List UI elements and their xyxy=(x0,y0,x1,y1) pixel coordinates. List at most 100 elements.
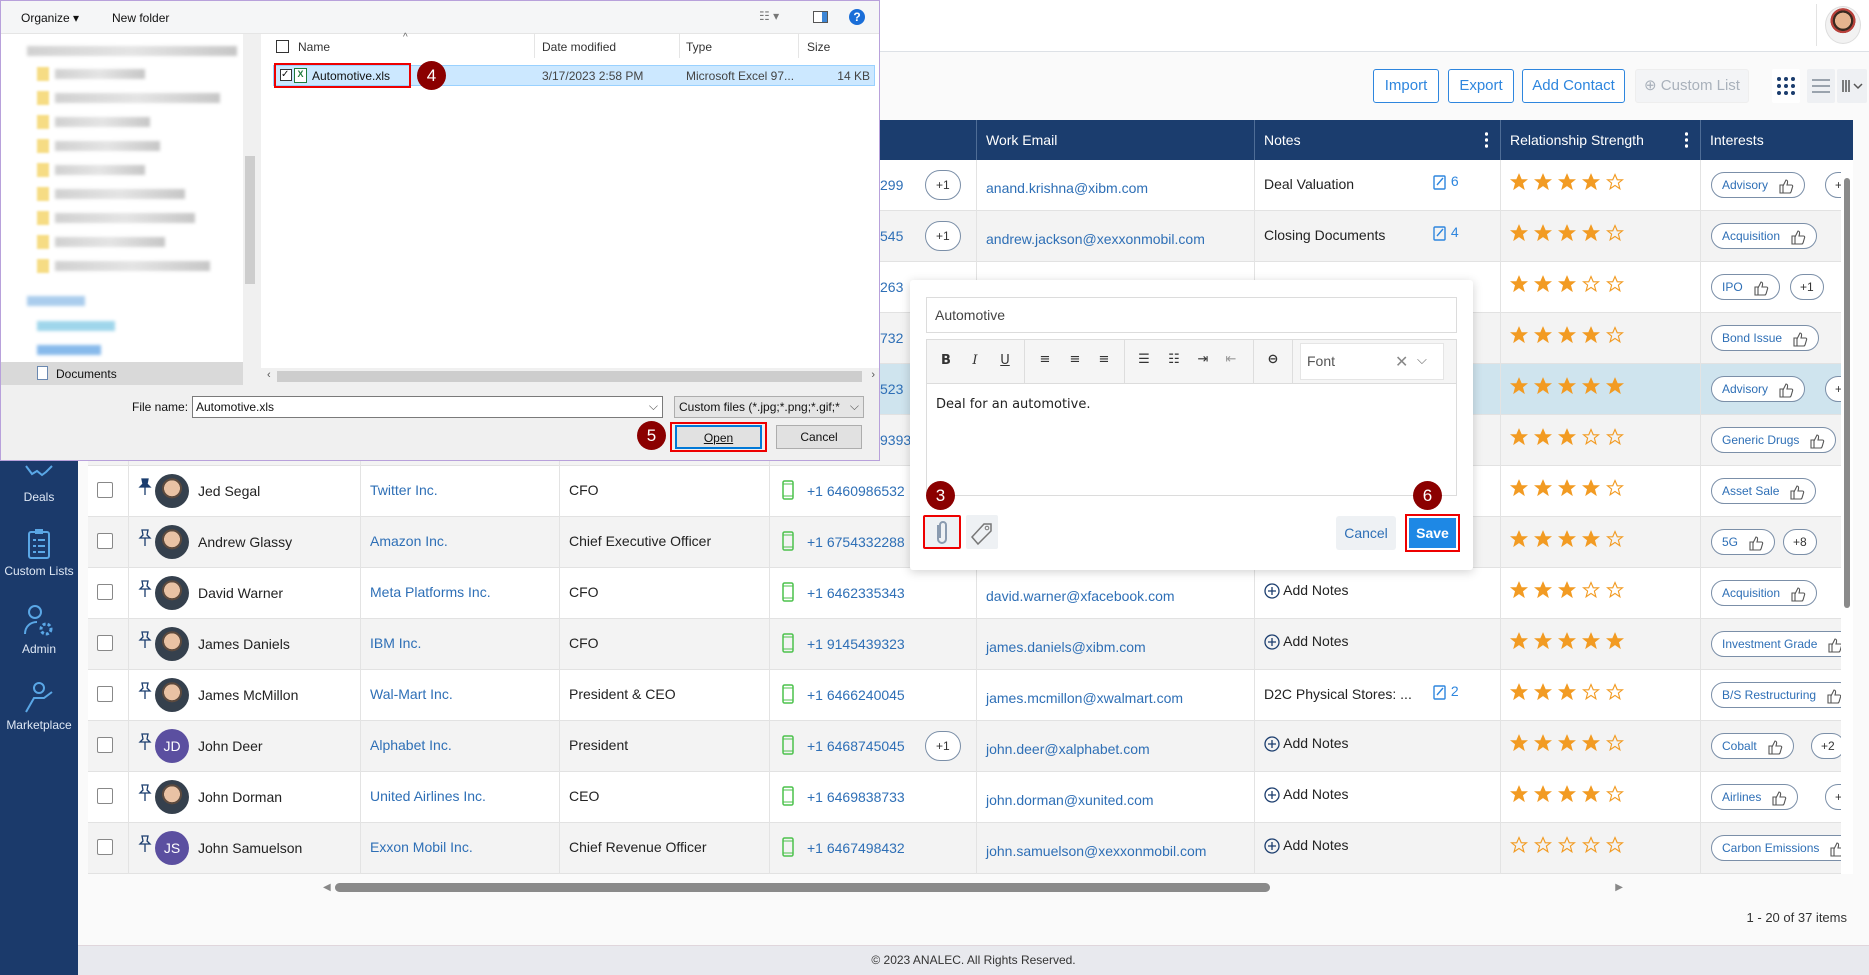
star-filled-icon[interactable] xyxy=(1534,683,1552,701)
view-options-icon[interactable]: ☷ ▾ xyxy=(759,9,779,23)
more-interests-badge[interactable]: +8 xyxy=(1783,529,1817,555)
row-checkbox[interactable] xyxy=(97,635,113,651)
contact-name[interactable]: John Samuelson xyxy=(198,840,302,856)
relationship-strength-rating[interactable] xyxy=(1510,581,1624,599)
sidebar-item-custom-lists[interactable]: Custom Lists xyxy=(0,528,78,578)
star-empty-icon[interactable] xyxy=(1606,836,1624,854)
contact-name[interactable]: Andrew Glassy xyxy=(198,534,292,550)
phone-number[interactable]: +1 6467498432 xyxy=(807,840,905,856)
table-row[interactable]: James McMillon Wal-Mart Inc. President & C… xyxy=(88,670,1853,721)
thumbs-up-icon[interactable] xyxy=(1767,739,1783,755)
grid-view-icon[interactable] xyxy=(1772,69,1800,103)
list-view-icon[interactable] xyxy=(1807,69,1835,103)
thumbs-up-icon[interactable] xyxy=(1792,331,1808,347)
phone-number[interactable]: 732 xyxy=(880,330,903,346)
star-filled-icon[interactable] xyxy=(1558,428,1576,446)
font-select[interactable]: Font ✕ ⌵ xyxy=(1300,343,1444,380)
star-filled-icon[interactable] xyxy=(1558,224,1576,242)
star-filled-icon[interactable] xyxy=(1558,785,1576,803)
new-folder-button[interactable]: New folder xyxy=(112,11,169,25)
star-filled-icon[interactable] xyxy=(1510,428,1528,446)
dialog-cancel-button[interactable]: Cancel xyxy=(776,425,862,449)
attach-file-button[interactable] xyxy=(923,515,961,549)
star-empty-icon[interactable] xyxy=(1558,836,1576,854)
clear-icon[interactable]: ✕ xyxy=(1395,352,1408,372)
work-email[interactable]: john.samuelson@xexxonmobil.com xyxy=(986,843,1206,859)
row-checkbox[interactable] xyxy=(97,788,113,804)
preview-pane-icon[interactable] xyxy=(813,11,828,23)
table-row[interactable]: JD John Deer Alphabet Inc. President +1 6468… xyxy=(88,721,1853,772)
relationship-strength-rating[interactable] xyxy=(1510,785,1624,803)
star-filled-icon[interactable] xyxy=(1510,326,1528,344)
note-count[interactable]: 4 xyxy=(1433,224,1459,241)
more-interests-badge[interactable]: +2 xyxy=(1811,733,1845,759)
pin-icon[interactable] xyxy=(138,631,152,649)
user-avatar[interactable] xyxy=(1825,6,1861,44)
align-center-icon[interactable]: ≡ xyxy=(1063,352,1087,367)
row-checkbox[interactable] xyxy=(97,533,113,549)
interest-tag[interactable]: Acquisition xyxy=(1711,580,1818,606)
phone-number[interactable]: 263 xyxy=(880,279,903,295)
column-header[interactable]: Notes xyxy=(1255,120,1501,160)
phone-number[interactable]: 9393 xyxy=(880,432,911,448)
relationship-strength-rating[interactable] xyxy=(1510,734,1624,752)
bold-button[interactable]: B xyxy=(934,353,958,368)
column-type[interactable]: Type xyxy=(686,40,712,54)
align-left-icon[interactable]: ≡ xyxy=(1033,352,1057,367)
relationship-strength-rating[interactable] xyxy=(1510,173,1624,191)
interest-tag[interactable]: Carbon Emissions xyxy=(1711,835,1853,861)
star-filled-icon[interactable] xyxy=(1534,224,1552,242)
star-filled-icon[interactable] xyxy=(1510,683,1528,701)
row-checkbox[interactable] xyxy=(97,686,113,702)
star-filled-icon[interactable] xyxy=(1582,632,1600,650)
relationship-strength-rating[interactable] xyxy=(1510,275,1624,293)
star-filled-icon[interactable] xyxy=(1534,275,1552,293)
star-empty-icon[interactable] xyxy=(1606,581,1624,599)
interest-tag[interactable]: Advisory xyxy=(1711,172,1806,198)
work-email[interactable]: james.mcmillon@xwalmart.com xyxy=(986,690,1183,706)
star-empty-icon[interactable] xyxy=(1606,479,1624,497)
interest-tag[interactable]: Investment Grade xyxy=(1711,631,1853,657)
interest-tag[interactable]: Advisory xyxy=(1711,376,1806,402)
star-filled-icon[interactable] xyxy=(1510,377,1528,395)
star-filled-icon[interactable] xyxy=(1534,734,1552,752)
thumbs-up-icon[interactable] xyxy=(1789,484,1805,500)
star-filled-icon[interactable] xyxy=(1558,479,1576,497)
note-title[interactable]: Closing Documents xyxy=(1264,227,1385,243)
star-empty-icon[interactable] xyxy=(1582,836,1600,854)
star-filled-icon[interactable] xyxy=(1510,479,1528,497)
table-row[interactable]: JS John Samuelson Exxon Mobil Inc. Chief Re… xyxy=(88,823,1853,874)
thumbs-up-icon[interactable] xyxy=(1778,382,1794,398)
star-empty-icon[interactable] xyxy=(1582,275,1600,293)
relationship-strength-rating[interactable] xyxy=(1510,632,1624,650)
add-contact-button[interactable]: Add Contact xyxy=(1522,69,1625,103)
outdent-icon[interactable]: ⇤ xyxy=(1219,352,1243,367)
thumbs-up-icon[interactable] xyxy=(1826,688,1842,704)
phone-number[interactable]: 545 xyxy=(880,228,903,244)
star-filled-icon[interactable] xyxy=(1510,530,1528,548)
add-notes-button[interactable]: Add Notes xyxy=(1264,786,1349,803)
chevron-down-icon[interactable]: ⌵ xyxy=(1417,352,1427,368)
file-type-filter[interactable]: Custom files (*.jpg;*.png;*.gif;* ⌵ xyxy=(674,396,864,418)
company-link[interactable]: Exxon Mobil Inc. xyxy=(370,839,473,855)
work-email[interactable]: david.warner@xfacebook.com xyxy=(986,588,1175,604)
star-filled-icon[interactable] xyxy=(1558,275,1576,293)
note-subject-input[interactable]: Automotive xyxy=(926,297,1457,333)
star-filled-icon[interactable] xyxy=(1606,377,1624,395)
star-empty-icon[interactable] xyxy=(1606,224,1624,242)
phone-number[interactable]: +1 6468745045 xyxy=(807,738,905,754)
relationship-strength-rating[interactable] xyxy=(1510,683,1624,701)
more-phones-badge[interactable]: +1 xyxy=(925,731,961,761)
thumbs-up-icon[interactable] xyxy=(1771,790,1787,806)
star-filled-icon[interactable] xyxy=(1582,224,1600,242)
work-email[interactable]: john.dorman@xunited.com xyxy=(986,792,1154,808)
column-size[interactable]: Size xyxy=(807,40,830,54)
contact-name[interactable]: James McMillon xyxy=(198,687,298,703)
pin-icon[interactable] xyxy=(138,733,152,751)
relationship-strength-rating[interactable] xyxy=(1510,479,1624,497)
company-link[interactable]: Amazon Inc. xyxy=(370,533,448,549)
star-empty-icon[interactable] xyxy=(1534,836,1552,854)
star-filled-icon[interactable] xyxy=(1510,173,1528,191)
star-filled-icon[interactable] xyxy=(1510,224,1528,242)
star-filled-icon[interactable] xyxy=(1582,785,1600,803)
